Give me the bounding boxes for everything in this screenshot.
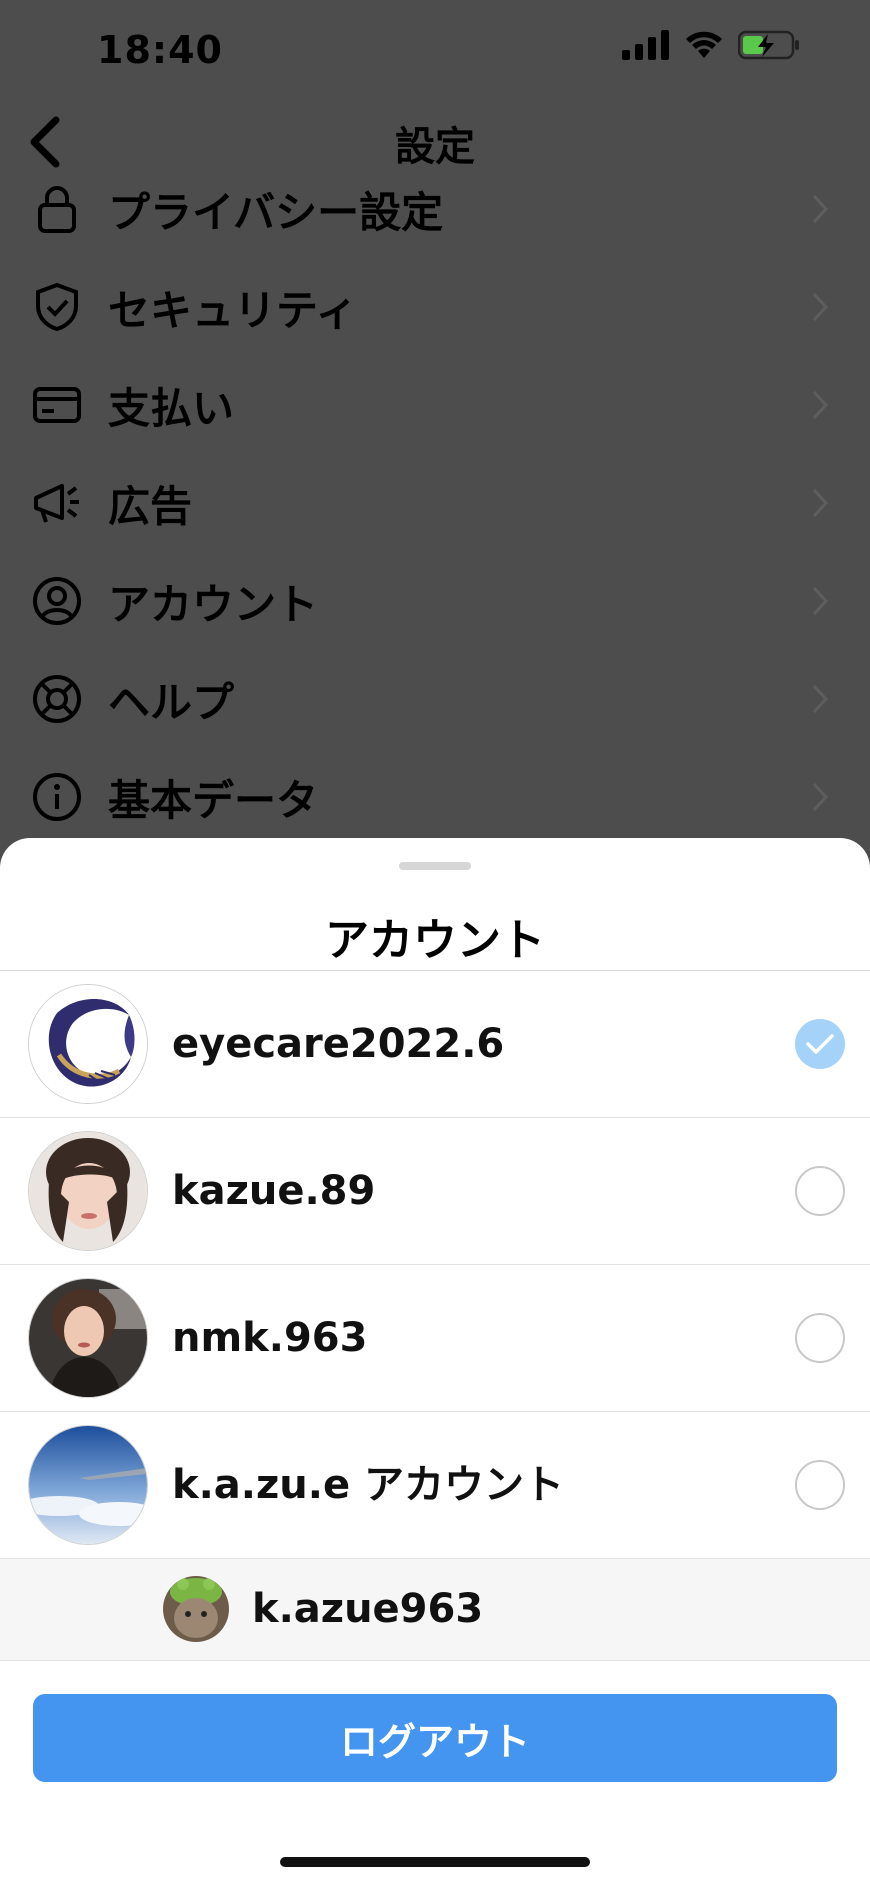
menu-label: セキュリティ — [108, 285, 358, 335]
avatar — [28, 984, 148, 1104]
status-bar: 18:40 — [0, 0, 870, 100]
account-row[interactable]: eyecare2022.6 — [0, 971, 870, 1118]
avatar — [28, 1131, 148, 1251]
chevron-right-icon — [812, 390, 829, 420]
avatar — [28, 1278, 148, 1398]
check-icon — [806, 1034, 834, 1054]
chevron-right-icon — [812, 586, 829, 616]
chevron-right-icon — [812, 194, 829, 224]
menu-item-privacy[interactable]: プライバシー設定 — [0, 160, 870, 258]
account-name: eyecare2022.6 — [172, 1021, 505, 1067]
wifi-icon — [686, 31, 722, 58]
sheet-grabber[interactable] — [399, 862, 471, 870]
account-radio[interactable] — [795, 1460, 845, 1510]
menu-item-payments[interactable]: 支払い — [0, 356, 870, 454]
menu-item-security[interactable]: セキュリティ — [0, 258, 870, 356]
menu-item-help[interactable]: ヘルプ — [0, 650, 870, 748]
chevron-right-icon — [812, 782, 829, 812]
account-row[interactable]: k.a.zu.e アカウント — [0, 1412, 870, 1559]
sheet-title: アカウント — [325, 915, 545, 966]
person-circle-icon — [32, 576, 82, 626]
account-radio[interactable] — [795, 1166, 845, 1216]
shield-icon — [32, 282, 82, 332]
account-name: k.a.zu.e アカウント — [172, 1462, 564, 1508]
card-icon — [32, 380, 82, 430]
lock-icon — [32, 184, 82, 234]
menu-item-account[interactable]: アカウント — [0, 552, 870, 650]
info-icon — [32, 772, 82, 822]
menu-item-ads[interactable]: 広告 — [0, 454, 870, 552]
chevron-right-icon — [812, 488, 829, 518]
chevron-right-icon — [812, 292, 829, 322]
sub-account-row[interactable]: k.azue963 — [0, 1559, 870, 1661]
account-name: kazue.89 — [172, 1168, 376, 1214]
battery-charging-icon — [738, 30, 799, 60]
chevron-right-icon — [812, 684, 829, 714]
menu-label: アカウント — [108, 579, 319, 629]
menu-label: 広告 — [108, 481, 193, 531]
status-icons — [622, 30, 800, 60]
account-switcher-sheet: アカウント eyecare2022.6 kazue.89 nmk.963 k.a… — [0, 838, 870, 1883]
home-indicator[interactable] — [280, 1857, 590, 1867]
account-name: nmk.963 — [172, 1315, 368, 1361]
menu-label: プライバシー設定 — [108, 187, 444, 237]
avatar — [28, 1425, 148, 1545]
menu-label: ヘルプ — [108, 677, 235, 727]
menu-label: 支払い — [108, 383, 235, 433]
logout-button[interactable]: ログアウト — [33, 1694, 837, 1782]
menu-item-basic-data[interactable]: 基本データ — [0, 748, 870, 846]
status-time: 18:40 — [97, 28, 223, 72]
selected-check[interactable] — [795, 1019, 845, 1069]
lifebuoy-icon — [32, 674, 82, 724]
avatar — [163, 1576, 229, 1642]
account-row[interactable]: kazue.89 — [0, 1118, 870, 1265]
megaphone-icon — [32, 478, 82, 528]
sub-account-name: k.azue963 — [252, 1586, 484, 1632]
menu-label: 基本データ — [108, 775, 319, 825]
account-list: eyecare2022.6 kazue.89 nmk.963 k.a.zu.e … — [0, 971, 870, 1661]
signal-icon — [622, 30, 669, 60]
account-radio[interactable] — [795, 1313, 845, 1363]
account-row[interactable]: nmk.963 — [0, 1265, 870, 1412]
settings-menu: プライバシー設定 セキュリティ 支払い 広告 アカウント ヘルプ 基本データ — [0, 160, 870, 846]
